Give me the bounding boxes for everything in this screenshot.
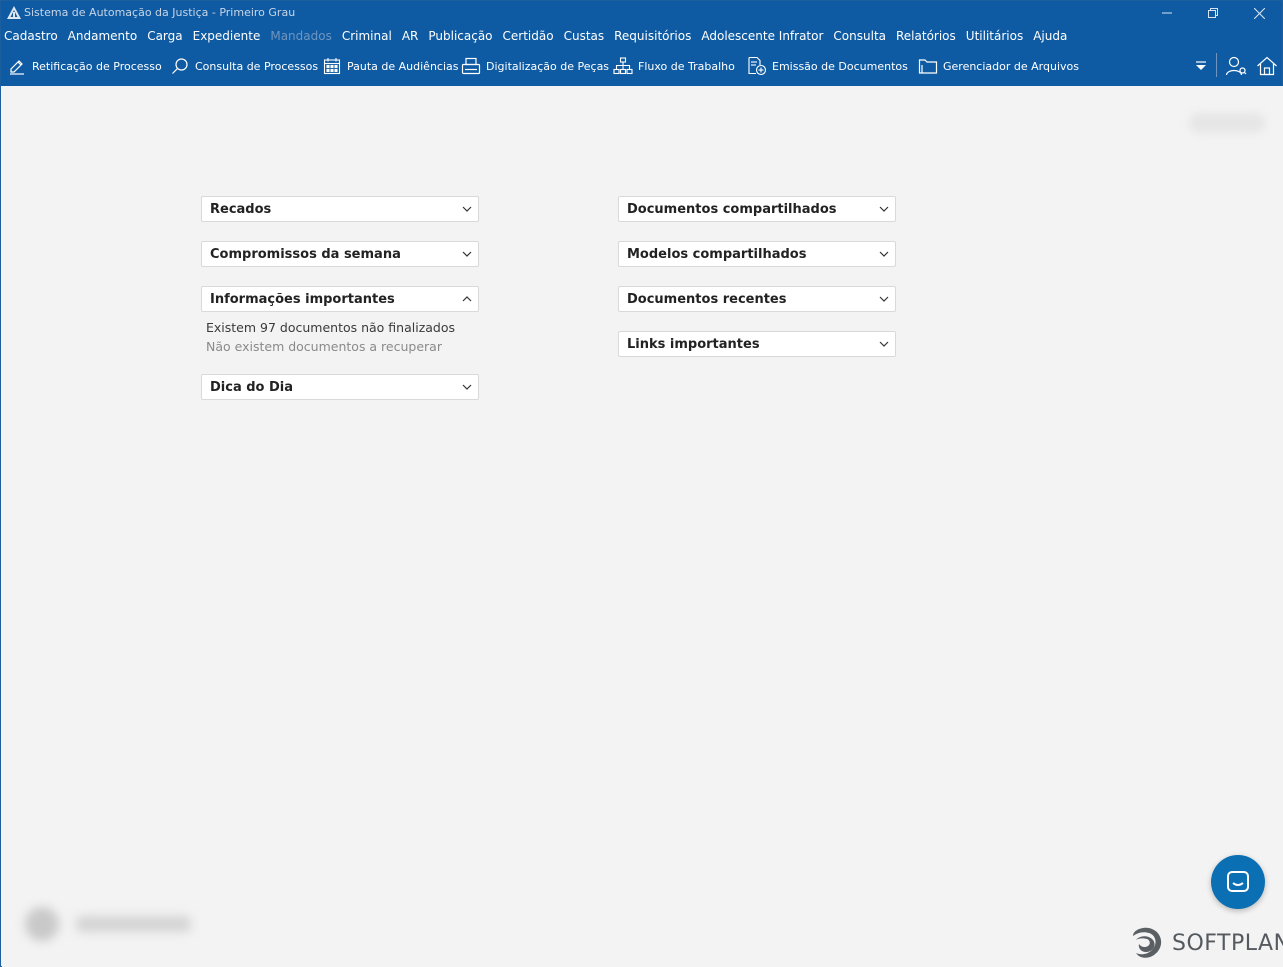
menu-cadastro[interactable]: Cadastro (4, 29, 58, 43)
restore-icon (1208, 8, 1218, 18)
chevron-down-icon (462, 251, 472, 257)
panel-documentos-compartilhados-title: Documentos compartilhados (627, 201, 837, 217)
folder-icon (918, 56, 938, 76)
info-documentos-recuperar: Não existem documentos a recuperar (206, 339, 442, 354)
retificacao-processo-button[interactable]: Retificação de Processo (7, 46, 162, 86)
menu-requisitorios[interactable]: Requisitórios (614, 29, 691, 43)
pauta-audiencias-label: Pauta de Audiências (347, 59, 459, 73)
consulta-processos-label: Consulta de Processos (195, 59, 319, 73)
app-window: Sistema de Automação da Justiça - Primei… (0, 0, 1283, 967)
menu-carga[interactable]: Carga (147, 29, 182, 43)
emissao-documentos-button[interactable]: Emissão de Documentos (747, 46, 908, 86)
chevron-down-icon (879, 296, 889, 302)
digitalizacao-pecas-button[interactable]: Digitalização de Peças (461, 46, 609, 86)
minimize-icon (1162, 12, 1172, 14)
panel-compromissos[interactable]: Compromissos da semana (201, 241, 479, 267)
menu-mandados: Mandados (270, 28, 332, 43)
menu-criminal[interactable]: Criminal (342, 29, 392, 43)
menu-utilitarios[interactable]: Utilitários (966, 29, 1023, 43)
panel-informacoes-title: Informações importantes (210, 291, 395, 307)
panel-documentos-compartilhados[interactable]: Documentos compartilhados (618, 196, 896, 222)
user-icon (1225, 56, 1247, 76)
info-documentos-nao-finalizados[interactable]: Existem 97 documentos não finalizados (206, 320, 455, 335)
chevron-down-icon (462, 206, 472, 212)
window-title: Sistema de Automação da Justiça - Primei… (24, 6, 296, 19)
home-icon (1257, 56, 1277, 76)
chevron-down-icon (462, 384, 472, 390)
panel-dica-do-dia[interactable]: Dica do Dia (201, 374, 479, 400)
gerenciador-arquivos-label: Gerenciador de Arquivos (943, 59, 1079, 73)
user-profile-button[interactable] (1225, 46, 1247, 86)
emissao-documentos-label: Emissão de Documentos (772, 59, 908, 73)
panel-modelos-compartilhados[interactable]: Modelos compartilhados (618, 241, 896, 267)
menu-andamento[interactable]: Andamento (68, 29, 138, 43)
fluxo-trabalho-button[interactable]: Fluxo de Trabalho (613, 46, 735, 86)
home-button[interactable] (1256, 46, 1278, 86)
app-logo-icon (7, 6, 21, 19)
menu-ajuda[interactable]: Ajuda (1033, 29, 1067, 43)
panel-documentos-recentes[interactable]: Documentos recentes (618, 286, 896, 312)
chat-icon (1227, 871, 1249, 892)
panel-documentos-recentes-title: Documentos recentes (627, 291, 787, 307)
pauta-audiencias-button[interactable]: Pauta de Audiências (322, 46, 459, 86)
close-button[interactable] (1236, 1, 1282, 25)
panel-modelos-compartilhados-title: Modelos compartilhados (627, 246, 807, 262)
menu-consulta[interactable]: Consulta (833, 29, 886, 43)
chevron-up-icon (462, 296, 472, 302)
panel-informacoes[interactable]: Informações importantes (201, 286, 479, 312)
toolbar: Retificação de Processo Consulta de Proc… (1, 46, 1282, 86)
menu-publicacao[interactable]: Publicação (428, 29, 492, 43)
restore-button[interactable] (1190, 1, 1236, 25)
chevron-down-icon (879, 251, 889, 257)
title-bar: Sistema de Automação da Justiça - Primei… (1, 1, 1282, 25)
menu-certidao[interactable]: Certidão (503, 29, 554, 43)
panel-recados-title: Recados (210, 201, 272, 217)
menu-expediente[interactable]: Expediente (193, 29, 261, 43)
calendar-icon (322, 56, 342, 76)
panel-links-importantes-title: Links importantes (627, 336, 760, 352)
workflow-icon (613, 56, 633, 76)
toolbar-dropdown-button[interactable] (1195, 46, 1207, 86)
retificacao-processo-label: Retificação de Processo (32, 59, 162, 73)
search-icon (170, 56, 190, 76)
menu-relatorios[interactable]: Relatórios (896, 29, 956, 43)
panel-recados[interactable]: Recados (201, 196, 479, 222)
menu-custas[interactable]: Custas (564, 29, 605, 43)
panel-compromissos-title: Compromissos da semana (210, 246, 401, 262)
document-add-icon (747, 56, 767, 76)
toolbar-separator (1216, 53, 1217, 77)
gerenciador-arquivos-button[interactable]: Gerenciador de Arquivos (918, 46, 1079, 86)
menu-adolescente-infrator[interactable]: Adolescente Infrator (701, 29, 823, 43)
fluxo-trabalho-label: Fluxo de Trabalho (638, 59, 735, 73)
panel-dica-title: Dica do Dia (210, 379, 294, 395)
panel-links-importantes[interactable]: Links importantes (618, 331, 896, 357)
menu-ar[interactable]: AR (402, 29, 419, 43)
blurred-user-info (21, 903, 196, 945)
minimize-button[interactable] (1144, 1, 1190, 25)
blurred-element (1189, 113, 1265, 133)
edit-icon (7, 56, 27, 76)
close-icon (1253, 7, 1265, 19)
consulta-processos-button[interactable]: Consulta de Processos (170, 46, 318, 86)
chevron-down-icon (879, 341, 889, 347)
softplan-brand: SOFTPLAN (1130, 926, 1283, 960)
chat-button[interactable] (1211, 855, 1265, 909)
scanner-icon (461, 56, 481, 76)
chevron-down-icon (879, 206, 889, 212)
menu-bar: Cadastro Andamento Carga Expediente Mand… (1, 25, 1282, 46)
digitalizacao-pecas-label: Digitalização de Peças (486, 59, 610, 73)
softplan-wordmark: SOFTPLAN (1172, 930, 1283, 956)
caret-down-icon (1196, 61, 1206, 70)
softplan-logo-icon (1133, 927, 1162, 958)
